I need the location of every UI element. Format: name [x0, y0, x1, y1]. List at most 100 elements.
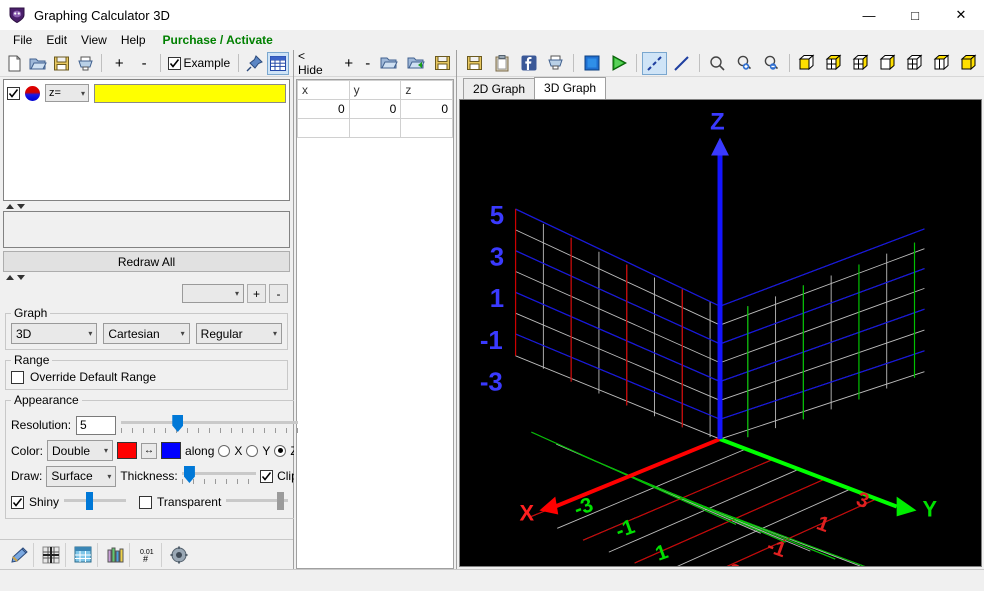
transparent-slider[interactable]: [226, 491, 289, 513]
zoom-icon[interactable]: [705, 52, 730, 75]
open-icon[interactable]: [28, 52, 50, 75]
hide-panel-button[interactable]: < Hide: [298, 49, 332, 77]
menu-view[interactable]: View: [74, 31, 114, 49]
cube-back-icon[interactable]: [930, 52, 955, 75]
coordinate-system-select[interactable]: Cartesian ▾: [103, 323, 190, 344]
remove-function-button[interactable]: -: [133, 55, 156, 72]
cube-wire-icon[interactable]: [876, 52, 901, 75]
close-button[interactable]: ✕: [938, 0, 984, 30]
function-expression-input[interactable]: [94, 83, 286, 103]
axis-radio-y-label: Y: [262, 443, 271, 458]
minimize-button[interactable]: —: [846, 0, 892, 30]
cube-left-icon[interactable]: [822, 52, 847, 75]
solid-line-icon[interactable]: [669, 52, 694, 75]
dimension-select[interactable]: 3D ▾: [11, 323, 98, 344]
cell-z-empty[interactable]: [400, 118, 453, 138]
table-row-empty[interactable]: [297, 118, 453, 138]
style-select[interactable]: Regular ▾: [195, 323, 282, 344]
print-icon[interactable]: [75, 52, 97, 75]
facebook-icon[interactable]: [516, 52, 541, 75]
cube-front-icon[interactable]: [795, 52, 820, 75]
axis-radio-z[interactable]: [274, 444, 287, 457]
cell-x-empty[interactable]: [297, 118, 350, 138]
draw-mode-select[interactable]: Surface ▾: [46, 465, 117, 487]
swap-colors-button[interactable]: ↔: [141, 442, 158, 459]
color-end-swatch[interactable]: [161, 442, 182, 459]
cube-empty-icon[interactable]: [903, 52, 928, 75]
transparent-checkbox[interactable]: [139, 495, 153, 509]
zoom-in-icon[interactable]: [732, 52, 757, 75]
appearance-group-legend: Appearance: [14, 393, 79, 407]
cube-solid-icon[interactable]: [957, 52, 982, 75]
example-checkbox[interactable]: [168, 56, 182, 70]
panel-splitter-mid[interactable]: [0, 272, 293, 282]
menu-edit[interactable]: Edit: [39, 31, 74, 49]
table-row[interactable]: 0 0 0: [297, 99, 453, 119]
settings-gear-icon[interactable]: [164, 543, 194, 567]
column-header-y[interactable]: y: [348, 80, 402, 100]
column-header-x[interactable]: x: [297, 80, 350, 100]
axis-radio-x[interactable]: [218, 444, 231, 457]
collapse-up-icon[interactable]: [6, 203, 14, 209]
table-grid-icon[interactable]: [267, 51, 289, 75]
cell-y-empty[interactable]: [348, 118, 402, 138]
save-icon[interactable]: [51, 52, 73, 75]
function-enabled-checkbox[interactable]: [7, 86, 20, 100]
pin-icon[interactable]: [244, 52, 266, 75]
stop-icon[interactable]: [579, 52, 604, 75]
precision-icon[interactable]: 0.01 #: [132, 542, 162, 567]
save-icon-2[interactable]: [430, 52, 455, 75]
expand-down-icon-2[interactable]: [17, 274, 25, 280]
play-icon[interactable]: [606, 52, 631, 75]
override-default-range-checkbox[interactable]: [11, 370, 24, 384]
graph-select[interactable]: ▾: [182, 284, 244, 303]
add-graph-button[interactable]: +: [247, 284, 266, 303]
menu-help[interactable]: Help: [114, 31, 153, 49]
cell-y[interactable]: 0: [348, 99, 402, 119]
maximize-button[interactable]: □: [892, 0, 938, 30]
transparent-slider-thumb[interactable]: [277, 492, 285, 510]
pen-tool-icon[interactable]: [4, 542, 34, 567]
coordinate-table[interactable]: x y z 0 0 0: [296, 79, 454, 569]
add-row-button[interactable]: +: [338, 55, 359, 72]
expand-down-icon[interactable]: [17, 203, 25, 209]
print-icon-2[interactable]: [543, 52, 568, 75]
new-icon[interactable]: [4, 52, 26, 75]
color-start-swatch[interactable]: [117, 442, 138, 459]
grid-tool-icon[interactable]: [36, 542, 66, 567]
menu-purchase-activate[interactable]: Purchase / Activate: [153, 31, 280, 49]
open-green-icon[interactable]: [404, 52, 429, 75]
remove-graph-button[interactable]: -: [269, 284, 288, 303]
cube-right-icon[interactable]: [849, 52, 874, 75]
bar-chart-icon[interactable]: [100, 542, 130, 567]
function-color-swatch[interactable]: [25, 85, 40, 101]
redraw-all-button[interactable]: Redraw All: [3, 251, 290, 272]
axis-radio-y[interactable]: [246, 444, 259, 457]
collapse-up-icon-2[interactable]: [6, 274, 14, 280]
column-header-z[interactable]: z: [400, 80, 453, 100]
save-icon-3[interactable]: [462, 52, 487, 75]
menu-file[interactable]: File: [6, 31, 39, 49]
resolution-input[interactable]: 5: [76, 415, 117, 435]
clip-checkbox[interactable]: [260, 469, 274, 483]
cell-z[interactable]: 0: [400, 99, 453, 119]
cell-x[interactable]: 0: [297, 99, 350, 119]
tab-2d-graph[interactable]: 2D Graph: [463, 78, 536, 99]
function-type-select[interactable]: z= ▾: [45, 84, 89, 102]
shiny-slider-thumb[interactable]: [86, 492, 94, 510]
shiny-checkbox[interactable]: [11, 495, 24, 509]
open-icon-2[interactable]: [377, 52, 402, 75]
thickness-slider[interactable]: [181, 465, 257, 487]
remove-row-button[interactable]: -: [359, 55, 376, 72]
table-tool-icon[interactable]: [68, 542, 98, 567]
tab-3d-graph[interactable]: 3D Graph: [534, 77, 607, 99]
panel-splitter-top[interactable]: [0, 201, 293, 211]
color-mode-select[interactable]: Double ▾: [47, 440, 114, 461]
copy-icon[interactable]: [489, 52, 514, 75]
resolution-slider[interactable]: [121, 414, 298, 436]
shiny-slider[interactable]: [64, 491, 127, 513]
dashed-line-icon[interactable]: [642, 51, 667, 75]
add-function-button[interactable]: +: [106, 55, 133, 72]
zoom-out-icon[interactable]: [759, 52, 784, 75]
graph-canvas[interactable]: X Y Z 5 3 1 -1 -3 -3 -1 1 3 1 -1: [459, 99, 982, 567]
